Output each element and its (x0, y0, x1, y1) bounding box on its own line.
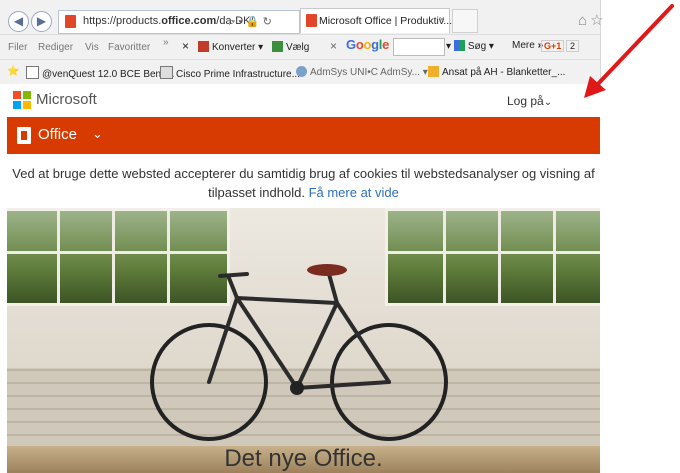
toolbar-close-icon[interactable]: × (182, 39, 189, 53)
cookie-notice: Ved at bruge dette websted accepterer du… (7, 164, 600, 202)
menu-favorites[interactable]: Favoritter (108, 42, 150, 53)
url-text: https://products.office.com/da-DK/ (83, 15, 254, 27)
google-logo: Google (346, 37, 390, 52)
microsoft-header: Microsoft Log på⌄ (0, 84, 600, 117)
address-bar[interactable]: https://products.office.com/da-DK/ ⌕ ▾ 🔒… (58, 10, 300, 34)
google-search-input[interactable] (393, 38, 445, 56)
more-button[interactable]: Mere » (512, 40, 543, 51)
menu-edit[interactable]: Rediger (38, 42, 73, 53)
favorites-bar: ⭐ @venQuest 12.0 BCE Benc... Cisco Prime… (0, 59, 600, 84)
office-nav-bar: Office ⌄ (7, 117, 600, 154)
office-favicon-icon (65, 15, 76, 28)
hero-title: Det nye Office. (224, 445, 383, 472)
search-icon (453, 40, 465, 51)
cookie-learn-more-link[interactable]: Få mere at vide (309, 185, 399, 200)
favorites-icon[interactable]: ⭐ (7, 66, 19, 77)
menu-file[interactable]: Filer (8, 42, 27, 53)
tab-office[interactable]: Microsoft Office | Produktiv... × (300, 8, 453, 33)
favorite-avenquest[interactable]: @venQuest 12.0 BCE Benc... (26, 66, 174, 80)
microsoft-logo-icon[interactable] (13, 91, 31, 109)
favorite-cisco[interactable]: Cisco Prime Infrastructure... (160, 66, 300, 80)
office-product-link[interactable]: Office (38, 126, 77, 143)
convert-button[interactable]: Konverter ▾ (198, 41, 263, 53)
forward-icon[interactable]: ▶ (31, 11, 52, 32)
office-menu-chevron-icon[interactable]: ⌄ (92, 126, 103, 142)
microsoft-brand[interactable]: Microsoft (36, 91, 97, 108)
pdf-convert-icon (198, 41, 209, 52)
menu-more-chevron[interactable]: » (163, 37, 169, 48)
office-tab-icon (306, 14, 317, 27)
tab-title: Microsoft Office | Produktiv... (319, 15, 453, 27)
login-button[interactable]: Log på⌄ (507, 94, 552, 108)
chevron-down-icon: ⌄ (543, 97, 553, 108)
bicycle-illustration (150, 264, 448, 441)
office-logo-icon[interactable] (17, 127, 31, 144)
menu-view[interactable]: Vis (85, 42, 99, 53)
folder-icon (428, 66, 439, 77)
back-icon[interactable]: ◀ (8, 11, 29, 32)
admsys-icon (296, 66, 307, 77)
url-controls[interactable]: ⌕ ▾ 🔒 ↻ (229, 15, 272, 29)
google-close-icon[interactable]: × (330, 39, 337, 53)
google-search-button[interactable]: ▾ Søg ▾ (446, 40, 494, 52)
hero-banner: Det nye Office. (7, 208, 600, 473)
favorite-admsys[interactable]: AdmSys UNI•C AdmSy... ▾ (296, 66, 428, 78)
select-icon (272, 41, 283, 52)
favorite-ansat[interactable]: Ansat på AH - Blanketter_... (428, 66, 565, 78)
page-icon (26, 66, 39, 79)
menu-bar: Filer Rediger Vis Favoritter » × Konvert… (0, 34, 600, 59)
select-button[interactable]: Vælg (272, 41, 309, 53)
browser-chrome: ◀ ▶ https://products.office.com/da-DK/ ⌕… (0, 0, 603, 92)
new-tab-button[interactable] (452, 9, 478, 33)
tab-close-icon[interactable]: × (439, 14, 445, 26)
annotation-arrow-icon (584, 4, 674, 98)
cookie-text: Ved at bruge dette websted accepterer du… (12, 166, 595, 200)
cisco-icon (160, 66, 173, 79)
